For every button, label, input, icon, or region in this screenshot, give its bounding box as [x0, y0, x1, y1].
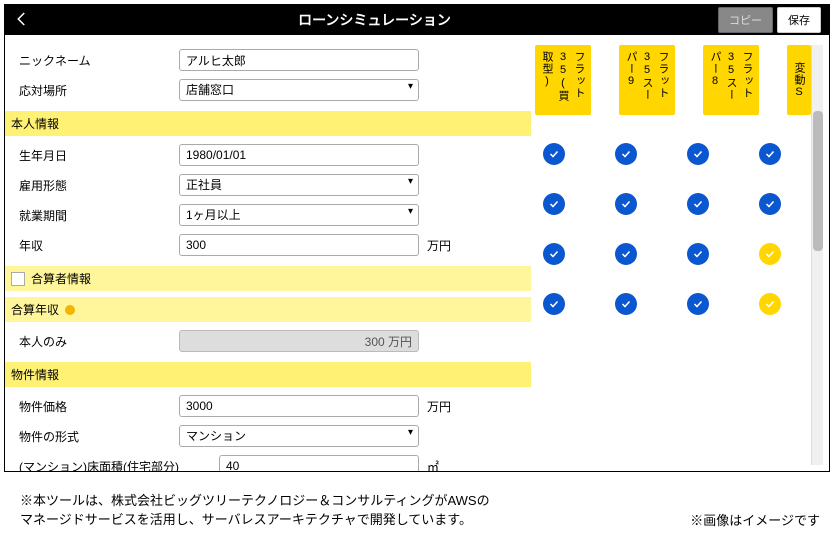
self-only-label: 本人のみ — [19, 333, 179, 350]
price-unit: 万円 — [427, 398, 451, 415]
joint-checkbox[interactable] — [11, 272, 25, 286]
status-check-icon — [759, 293, 781, 315]
nickname-input[interactable] — [179, 49, 419, 71]
scrollbar[interactable] — [811, 45, 823, 465]
dob-input[interactable] — [179, 144, 419, 166]
type-label: 物件の形式 — [19, 428, 179, 445]
emp-select[interactable]: 正社員 — [179, 174, 419, 196]
status-check-icon — [759, 143, 781, 165]
income-input[interactable] — [179, 234, 419, 256]
dob-label: 生年月日 — [19, 147, 179, 164]
price-input[interactable] — [179, 395, 419, 417]
status-check-icon — [759, 193, 781, 215]
emp-label: 雇用形態 — [19, 177, 179, 194]
plan-tab-1[interactable]: フラット35スーパー9 — [619, 45, 675, 115]
page-title: ローンシミュレーション — [35, 10, 714, 30]
status-check-icon — [687, 193, 709, 215]
status-check-icon — [615, 143, 637, 165]
area-unit: ㎡ — [427, 458, 439, 472]
scrollbar-thumb[interactable] — [813, 111, 823, 251]
status-check-icon — [543, 143, 565, 165]
status-check-icon — [615, 293, 637, 315]
status-check-icon — [687, 143, 709, 165]
price-label: 物件価格 — [19, 398, 179, 415]
status-check-icon — [543, 293, 565, 315]
status-check-icon — [687, 243, 709, 265]
place-label: 応対場所 — [19, 82, 179, 99]
status-check-icon — [543, 243, 565, 265]
status-check-icon — [615, 193, 637, 215]
plan-tab-2[interactable]: フラット35スーパー8 — [703, 45, 759, 115]
section-personal: 本人情報 — [5, 111, 531, 136]
area-label: (マンション)床面積(住宅部分) — [19, 458, 219, 472]
plan-tab-3[interactable]: 変動S — [787, 45, 811, 115]
tenure-select[interactable]: 1ヶ月以上 — [179, 204, 419, 226]
nickname-label: ニックネーム — [19, 52, 179, 69]
plan-tab-0[interactable]: フラット35(買取型) — [535, 45, 591, 115]
type-select[interactable]: マンション — [179, 425, 419, 447]
caption-line-1: ※本ツールは、株式会社ビッグツリーテクノロジー＆コンサルティングがAWSの — [20, 490, 820, 509]
place-select[interactable]: 店舗窓口 — [179, 79, 419, 101]
section-property: 物件情報 — [5, 362, 531, 387]
status-check-icon — [543, 193, 565, 215]
copy-button[interactable]: コピー — [718, 7, 773, 33]
self-only-readonly: 300 万円 — [179, 330, 419, 352]
back-icon[interactable] — [13, 10, 35, 31]
income-unit: 万円 — [427, 237, 451, 254]
area-input[interactable] — [219, 455, 419, 471]
save-button[interactable]: 保存 — [777, 7, 821, 33]
section-joint-income: 合算年収 — [5, 297, 531, 322]
status-check-icon — [615, 243, 637, 265]
status-check-icon — [687, 293, 709, 315]
warning-dot-icon — [65, 305, 75, 315]
status-check-icon — [759, 243, 781, 265]
income-label: 年収 — [19, 237, 179, 254]
tenure-label: 就業期間 — [19, 207, 179, 224]
section-joint: 合算者情報 — [5, 266, 531, 291]
